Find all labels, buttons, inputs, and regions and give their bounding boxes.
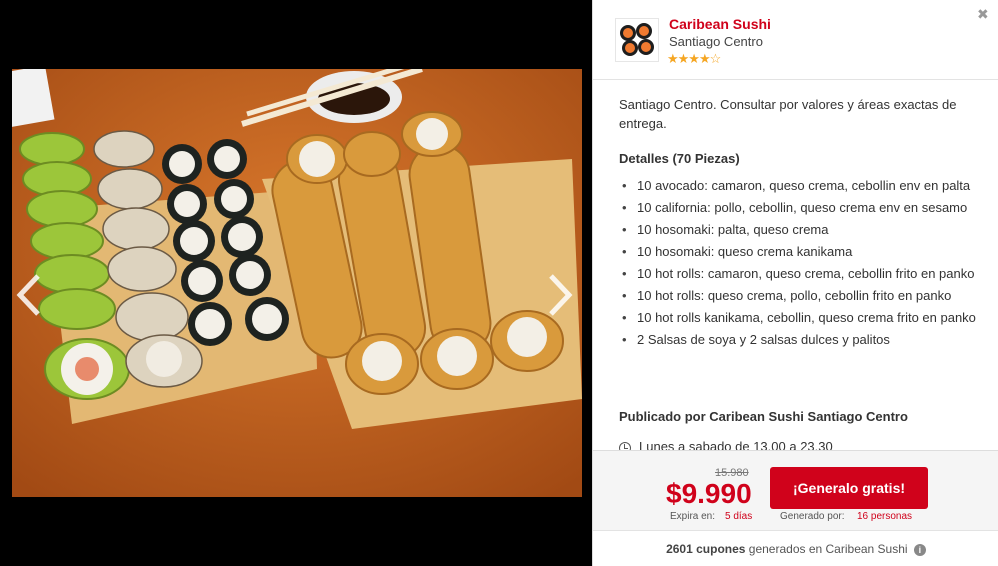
coupon-count-text: generados en Caribean Sushi <box>745 542 908 556</box>
store-logo <box>615 18 659 62</box>
price: $9.990 <box>666 478 752 509</box>
list-item: 10 hosomaki: palta, queso crema <box>619 220 979 240</box>
details-list: 10 avocado: camaron, queso crema, ceboll… <box>619 176 979 352</box>
close-icon: ✖ <box>977 6 989 22</box>
deal-panel: Caribean Sushi Santiago Centro ★★★★☆ ✖ S… <box>592 0 998 566</box>
details-title: Detalles (70 Piezas) <box>619 151 740 166</box>
list-item: 10 hot rolls: camaron, queso crema, cebo… <box>619 264 979 284</box>
coupon-count-footer: 2601 cupones generados en Caribean Sushi… <box>593 530 998 566</box>
prev-image-button[interactable] <box>14 270 44 320</box>
generated-value: 16 personas <box>857 511 913 522</box>
info-icon[interactable]: i <box>913 543 926 556</box>
list-item: 10 california: pollo, cebollin, queso cr… <box>619 198 979 218</box>
chevron-left-icon <box>16 274 40 316</box>
close-button[interactable]: ✖ <box>977 6 989 23</box>
image-gallery <box>0 0 592 566</box>
clock-icon <box>619 442 631 450</box>
list-item: 10 hot rolls: queso crema, pollo, ceboll… <box>619 286 979 306</box>
coupon-count: 2601 cupones <box>666 542 746 556</box>
list-item: 10 hot rolls kanikama, cebollin, queso c… <box>619 308 979 328</box>
expires-value: 5 días <box>725 511 753 522</box>
hours-text: Lunes a sabado de 13.00 a 23.30 <box>639 439 833 450</box>
store-location: Santiago Centro <box>669 34 763 49</box>
publisher-title: Publicado por Caribean Sushi Santiago Ce… <box>619 409 908 424</box>
generated-label: Generado por: <box>780 511 845 522</box>
store-header: Caribean Sushi Santiago Centro ★★★★☆ ✖ <box>593 0 998 80</box>
expires-label: Expira en: <box>670 511 716 522</box>
generate-coupon-button[interactable]: ¡Generalo gratis! <box>770 467 928 509</box>
rating-stars: ★★★★☆ <box>667 51 721 66</box>
product-photo <box>12 69 582 497</box>
chevron-right-icon <box>549 274 573 316</box>
sushi-image <box>12 69 582 497</box>
list-item: 10 avocado: camaron, queso crema, ceboll… <box>619 176 979 196</box>
hours-row: Lunes a sabado de 13.00 a 23.30 <box>619 439 833 450</box>
intro-text: Santiago Centro. Consultar por valores y… <box>619 97 957 131</box>
sushi-logo <box>620 23 654 56</box>
deal-description: Santiago Centro. Consultar por valores y… <box>593 80 998 450</box>
store-name[interactable]: Caribean Sushi <box>669 16 771 32</box>
list-item: 10 hosomaki: queso crema kanikama <box>619 242 979 262</box>
list-item: 2 Salsas de soya y 2 salsas dulces y pal… <box>619 330 979 350</box>
next-image-button[interactable] <box>545 270 575 320</box>
deal-box: 15.980 $9.990 Expira en: 5 días ¡General… <box>593 450 998 530</box>
